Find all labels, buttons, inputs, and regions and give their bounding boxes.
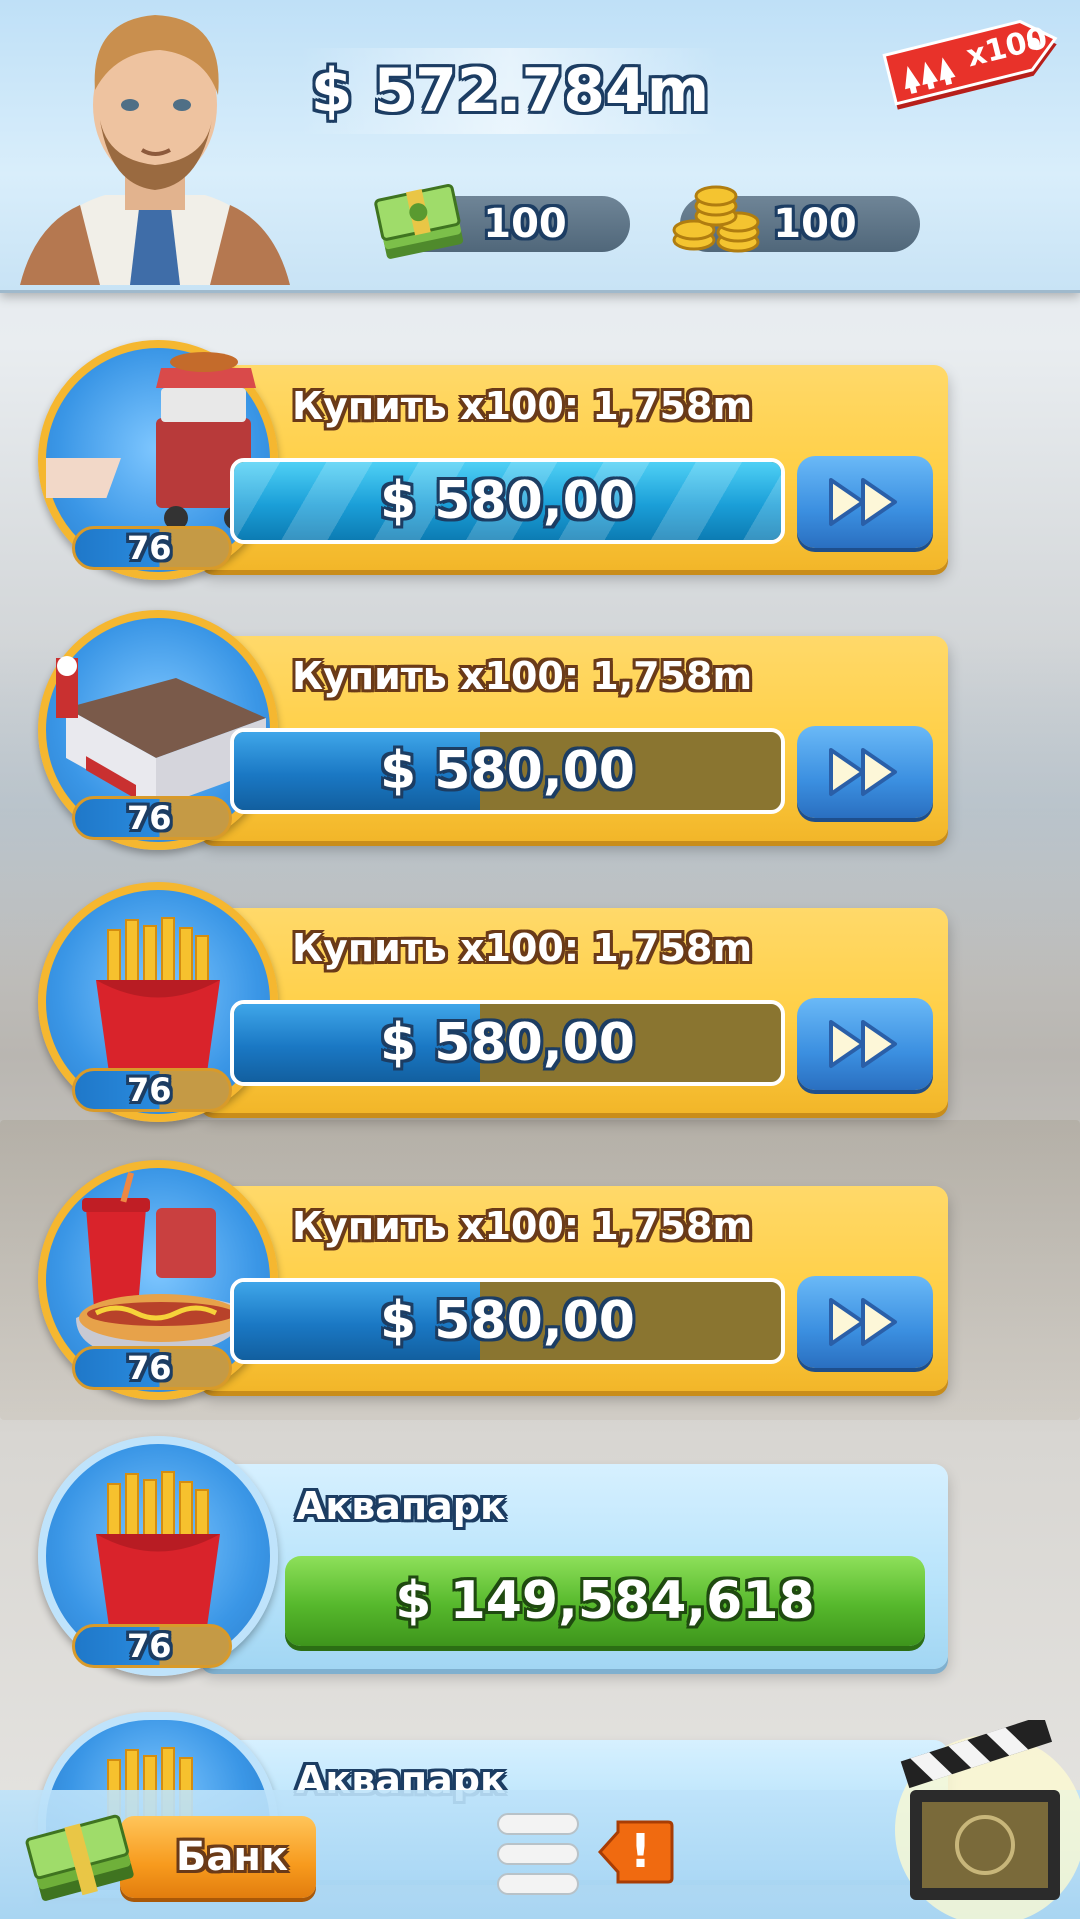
bank-label: Банк bbox=[175, 1834, 289, 1880]
level-number: 76 bbox=[127, 1627, 172, 1665]
speed-up-button[interactable] bbox=[797, 1276, 933, 1368]
business-level-badge: 76 bbox=[72, 796, 232, 840]
alert-symbol: ! bbox=[630, 1824, 651, 1878]
buy-multiplier-label: Купить x100: 1,758m bbox=[292, 926, 753, 970]
fast-forward-icon bbox=[829, 478, 897, 526]
notification-badge[interactable]: ! bbox=[598, 1818, 674, 1886]
manager-portrait[interactable] bbox=[20, 0, 290, 285]
fast-forward-icon bbox=[829, 1020, 897, 1068]
speed-up-button[interactable] bbox=[797, 726, 933, 818]
balance-text: $ 572.784m bbox=[310, 56, 710, 126]
business-level-badge: 76 bbox=[72, 526, 232, 570]
video-reward-icon[interactable] bbox=[880, 1720, 1080, 1919]
income-progress-bar[interactable]: $ 580,00 bbox=[230, 728, 785, 814]
fast-forward-icon bbox=[829, 1298, 897, 1346]
cash-stack-icon bbox=[374, 183, 464, 259]
buy-business-button[interactable]: $ 149,584,618 bbox=[285, 1556, 925, 1646]
buy-price: $ 149,584,618 bbox=[395, 1571, 815, 1631]
income-amount: $ 580,00 bbox=[380, 471, 635, 531]
income-amount: $ 580,00 bbox=[380, 1291, 635, 1351]
business-level-badge: 76 bbox=[72, 1624, 232, 1668]
gold-coins-icon bbox=[672, 185, 760, 253]
buy-multiplier-label: Купить x100: 1,758m bbox=[292, 654, 753, 698]
balance-display: $ 572.784m bbox=[300, 48, 720, 134]
bank-button[interactable]: Банк bbox=[120, 1816, 316, 1898]
business-name: Аквапарк bbox=[296, 1484, 506, 1528]
income-amount: $ 580,00 bbox=[380, 741, 635, 801]
buy-multiplier-label: Купить x100: 1,758m bbox=[292, 1204, 753, 1248]
business-level-badge: 76 bbox=[72, 1346, 232, 1390]
level-number: 76 bbox=[127, 529, 172, 567]
level-number: 76 bbox=[127, 1071, 172, 1109]
income-progress-bar[interactable]: $ 580,00 bbox=[230, 1000, 785, 1086]
income-progress-bar[interactable]: $ 580,00 bbox=[230, 1278, 785, 1364]
speed-up-button[interactable] bbox=[797, 456, 933, 548]
buy-multiplier-label: Купить x100: 1,758m bbox=[292, 384, 753, 428]
multiplier-tag[interactable]: x100 bbox=[878, 10, 1068, 110]
cash-count: 100 bbox=[483, 201, 567, 247]
level-number: 76 bbox=[127, 799, 172, 837]
hamburger-menu-icon[interactable] bbox=[492, 1808, 584, 1900]
income-amount: $ 580,00 bbox=[380, 1013, 635, 1073]
speed-up-button[interactable] bbox=[797, 998, 933, 1090]
fast-forward-icon bbox=[829, 748, 897, 796]
income-progress-bar[interactable]: $ 580,00 bbox=[230, 458, 785, 544]
coins-count: 100 bbox=[773, 201, 857, 247]
top-header: $ 572.784m 100 100 x100 bbox=[0, 0, 1080, 293]
money-bundle-icon bbox=[25, 1814, 134, 1901]
business-level-badge: 76 bbox=[72, 1068, 232, 1112]
level-number: 76 bbox=[127, 1349, 172, 1387]
